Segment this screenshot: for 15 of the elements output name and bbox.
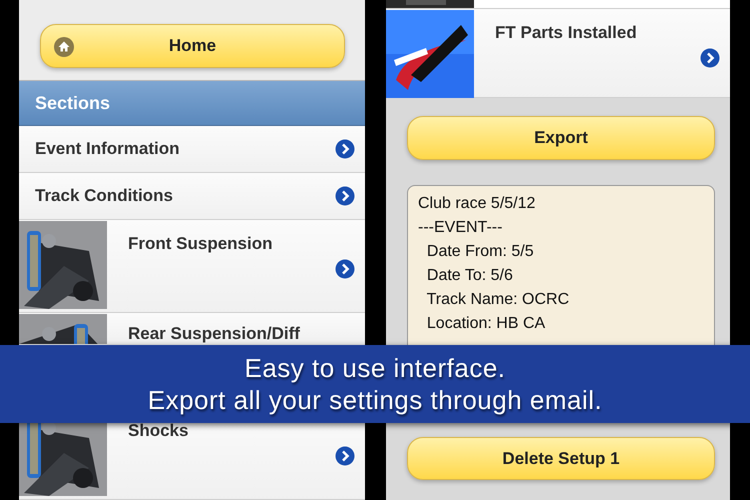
chevron-icon xyxy=(335,186,355,206)
chevron-icon xyxy=(335,446,355,466)
home-icon xyxy=(54,37,74,57)
home-button[interactable]: Home xyxy=(40,24,345,68)
delete-button[interactable]: Delete Setup 1 xyxy=(407,437,715,480)
chevron-icon xyxy=(335,259,355,279)
list-item[interactable]: Track Conditions xyxy=(19,172,365,220)
chevron-icon xyxy=(335,138,355,159)
chevron-icon xyxy=(700,48,720,68)
list-item[interactable]: Event Information xyxy=(19,126,365,173)
list-item[interactable]: FT Parts Installed xyxy=(386,9,730,98)
export-button[interactable]: Export xyxy=(407,116,715,160)
list-item[interactable]: Rear Suspension/Diff xyxy=(19,313,365,344)
list-item[interactable]: Front Suspension xyxy=(19,220,365,313)
section-header: Sections xyxy=(19,80,365,126)
